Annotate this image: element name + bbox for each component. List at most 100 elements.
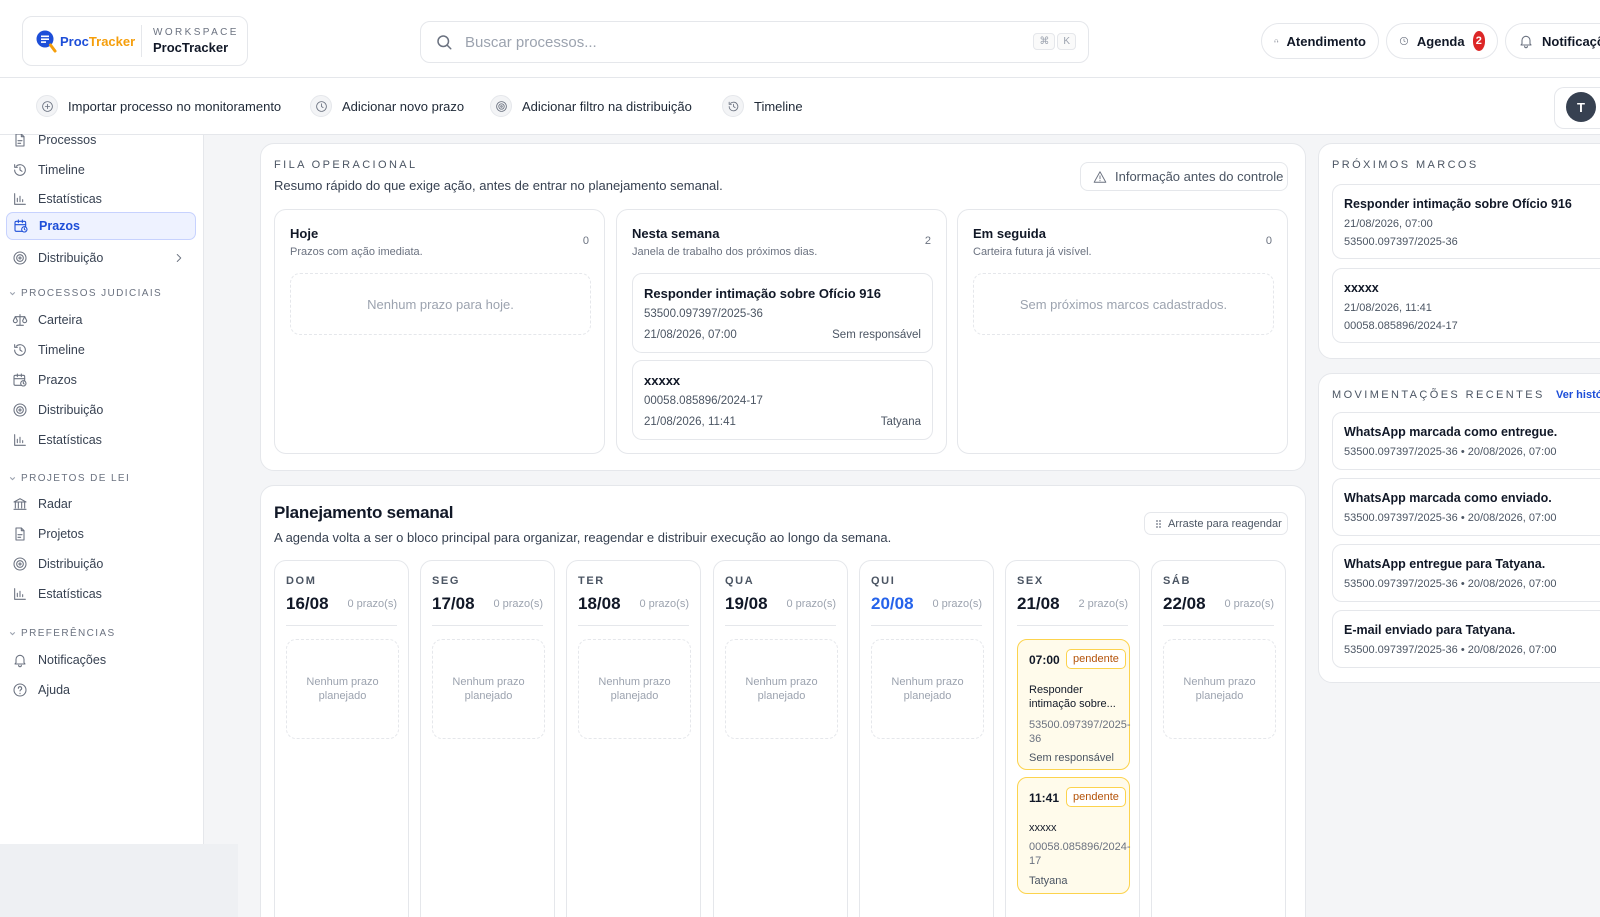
chevron-down-icon bbox=[9, 291, 16, 296]
sidebar-item-label: Distribuição bbox=[38, 403, 104, 417]
workspace-switcher[interactable]: ProcTracker WORKSPACE ProcTracker bbox=[22, 16, 248, 66]
search-input[interactable] bbox=[465, 33, 1025, 51]
notificacoes-button[interactable]: Notificações bbox=[1505, 23, 1600, 59]
sidebar-item-distribuicao[interactable]: Distribuição bbox=[6, 396, 196, 424]
day-date: 16/08 bbox=[286, 594, 329, 613]
card-date: 21/08/2026, 11:41 bbox=[644, 416, 736, 428]
marco-card[interactable]: xxxxx 21/08/2026, 11:41 00058.085896/202… bbox=[1332, 268, 1600, 343]
column-count: 0 bbox=[582, 235, 589, 247]
movimentacao-card[interactable]: E-mail enviado para Tatyana. 53500.09739… bbox=[1332, 610, 1600, 668]
empty-day: Nenhum prazo planejado bbox=[578, 639, 691, 739]
sidebar-item-prazos[interactable]: Prazos bbox=[6, 366, 196, 394]
mov-meta: 53500.097397/2025-36 • 20/08/2026, 07:00 bbox=[1344, 446, 1557, 458]
event-process: 53500.097397/2025-36 bbox=[1029, 719, 1131, 745]
day-column-ter[interactable]: TER 18/08 0 prazo(s) Nenhum prazo planejado bbox=[566, 560, 701, 917]
day-date: 19/08 bbox=[725, 594, 768, 613]
status-badge: pendente bbox=[1066, 649, 1126, 669]
add-deadline-action[interactable]: Adicionar novo prazo bbox=[310, 94, 464, 118]
sidebar-item-label: Notificações bbox=[38, 653, 107, 667]
clock-icon bbox=[315, 100, 327, 112]
fila-subtitle: Resumo rápido do que exige ação, antes d… bbox=[274, 178, 723, 193]
import-process-action[interactable]: Importar processo no monitoramento bbox=[36, 94, 281, 118]
sidebar-section-preferencias[interactable]: PREFERÊNCIAS bbox=[8, 628, 116, 639]
deadline-card[interactable]: Responder intimação sobre Ofício 916 535… bbox=[632, 273, 933, 353]
sidebar-item-distribuicao[interactable]: Distribuição bbox=[6, 550, 196, 578]
plus-circle-icon bbox=[41, 100, 53, 112]
sidebar-section-projetos-de-lei[interactable]: PROJETOS DE LEI bbox=[8, 473, 130, 484]
sidebar-item-distribuicao[interactable]: Distribuição bbox=[6, 244, 196, 272]
day-count: 2 prazo(s) bbox=[1078, 598, 1128, 610]
event-owner: Sem responsável bbox=[1029, 752, 1114, 764]
fila-eyebrow: FILA OPERACIONAL bbox=[274, 159, 418, 171]
chevron-right-icon bbox=[176, 254, 182, 262]
queue-column-em-seguida: Em seguida Carteira futura já visível. 0… bbox=[957, 209, 1288, 454]
day-column-dom[interactable]: DOM 16/08 0 prazo(s) Nenhum prazo planejado bbox=[274, 560, 409, 917]
movimentacao-card[interactable]: WhatsApp entregue para Tatyana. 53500.09… bbox=[1332, 544, 1600, 602]
day-column-qui[interactable]: QUI 20/08 0 prazo(s) Nenhum prazo planejado bbox=[859, 560, 994, 917]
deadline-card[interactable]: xxxxx 00058.085896/2024-17 21/08/2026, 1… bbox=[632, 360, 933, 440]
day-count: 0 prazo(s) bbox=[1224, 598, 1274, 610]
movimentacao-card[interactable]: WhatsApp marcada como enviado. 53500.097… bbox=[1332, 478, 1600, 536]
planned-event[interactable]: 11:41 pendente xxxxx 00058.085896/2024-17 Ta… bbox=[1017, 777, 1131, 894]
sidebar-item-estatisticas[interactable]: Estatísticas bbox=[6, 580, 196, 608]
sidebar-item-radar[interactable]: Radar bbox=[6, 490, 196, 518]
day-name: DOM bbox=[286, 575, 317, 587]
search-icon bbox=[437, 35, 452, 50]
event-time: 11:41 bbox=[1029, 791, 1060, 805]
history-icon bbox=[14, 164, 26, 176]
sidebar-item-carteira[interactable]: Carteira bbox=[6, 306, 196, 334]
planejamento-subtitle: A agenda volta a ser o bloco principal p… bbox=[274, 530, 892, 545]
ver-historico-link[interactable]: Ver histórico bbox=[1556, 389, 1600, 401]
day-column-seg[interactable]: SEG 17/08 0 prazo(s) Nenhum prazo planejado bbox=[420, 560, 555, 917]
mov-meta: 53500.097397/2025-36 • 20/08/2026, 07:00 bbox=[1344, 644, 1557, 656]
day-column-qua[interactable]: QUA 19/08 0 prazo(s) Nenhum prazo planejado bbox=[713, 560, 848, 917]
sidebar-item-label: Distribuição bbox=[38, 251, 104, 265]
sidebar-item-ajuda[interactable]: Ajuda bbox=[6, 676, 196, 704]
sidebar-item-estatisticas[interactable]: Estatísticas bbox=[6, 185, 196, 213]
sidebar-item-projetos[interactable]: Projetos bbox=[6, 520, 196, 548]
day-count: 0 prazo(s) bbox=[786, 598, 836, 610]
atendimento-button[interactable]: Atendimento bbox=[1261, 23, 1379, 59]
info-button[interactable]: Informação antes do controle bbox=[1080, 162, 1288, 191]
notificacoes-label: Notificações bbox=[1542, 33, 1600, 49]
marco-card[interactable]: Responder intimação sobre Ofício 916 21/… bbox=[1332, 184, 1600, 259]
queue-column-semana: Nesta semana Janela de trabalho dos próx… bbox=[616, 209, 947, 454]
timeline-action[interactable]: Timeline bbox=[722, 94, 803, 118]
day-count: 0 prazo(s) bbox=[493, 598, 543, 610]
sidebar-item-label: Radar bbox=[38, 497, 73, 511]
day-column-sab[interactable]: SÁB 22/08 0 prazo(s) Nenhum prazo planejado bbox=[1151, 560, 1286, 917]
file-icon bbox=[15, 134, 25, 147]
landmark-icon bbox=[13, 498, 27, 510]
day-column-sex[interactable]: SEX 21/08 2 prazo(s) 07:00 pendente Responder… bbox=[1005, 560, 1140, 917]
marcos-eyebrow: PRÓXIMOS MARCOS bbox=[1332, 159, 1479, 171]
logo-icon bbox=[36, 30, 57, 53]
agenda-button[interactable]: Agenda 2 bbox=[1386, 23, 1498, 59]
day-name: QUI bbox=[871, 575, 896, 587]
avatar[interactable]: T bbox=[1566, 92, 1596, 122]
sidebar-item-timeline[interactable]: Timeline bbox=[6, 336, 196, 364]
day-name: SÁB bbox=[1163, 575, 1192, 587]
column-count: 0 bbox=[1265, 235, 1272, 247]
sidebar-item-notificacoes[interactable]: Notificações bbox=[6, 646, 196, 674]
card-owner: Sem responsável bbox=[832, 329, 921, 341]
status-badge: pendente bbox=[1066, 787, 1126, 807]
queue-column-hoje: Hoje Prazos com ação imediata. 0 Nenhum … bbox=[274, 209, 605, 454]
sidebar-item-prazos[interactable]: Prazos bbox=[6, 212, 196, 240]
search-bar[interactable]: ⌘K bbox=[420, 21, 1089, 63]
chart-icon bbox=[14, 434, 26, 446]
add-filter-action[interactable]: Adicionar filtro na distribuição bbox=[490, 94, 692, 118]
sidebar-section-processos-judiciais[interactable]: PROCESSOS JUDICIAIS bbox=[8, 288, 162, 299]
card-date: 21/08/2026, 07:00 bbox=[644, 329, 737, 341]
sidebar-item-label: Timeline bbox=[38, 163, 85, 177]
card-owner: Tatyana bbox=[880, 416, 921, 428]
workspace-label: WORKSPACE bbox=[153, 27, 239, 38]
movimentacao-card[interactable]: WhatsApp marcada como entregue. 53500.09… bbox=[1332, 412, 1600, 470]
sidebar-item-estatisticas[interactable]: Estatísticas bbox=[6, 426, 196, 454]
empty-day: Nenhum prazo planejado bbox=[286, 639, 399, 739]
sidebar-item-timeline[interactable]: Timeline bbox=[6, 156, 196, 184]
grip-icon bbox=[1156, 519, 1161, 528]
marco-date: 21/08/2026, 07:00 bbox=[1344, 218, 1433, 230]
drag-hint-button[interactable]: Arraste para reagendar bbox=[1144, 512, 1288, 535]
mov-title: WhatsApp entregue para Tatyana. bbox=[1344, 557, 1546, 571]
planned-event[interactable]: 07:00 pendente Responder intimação sobre..… bbox=[1017, 639, 1131, 770]
